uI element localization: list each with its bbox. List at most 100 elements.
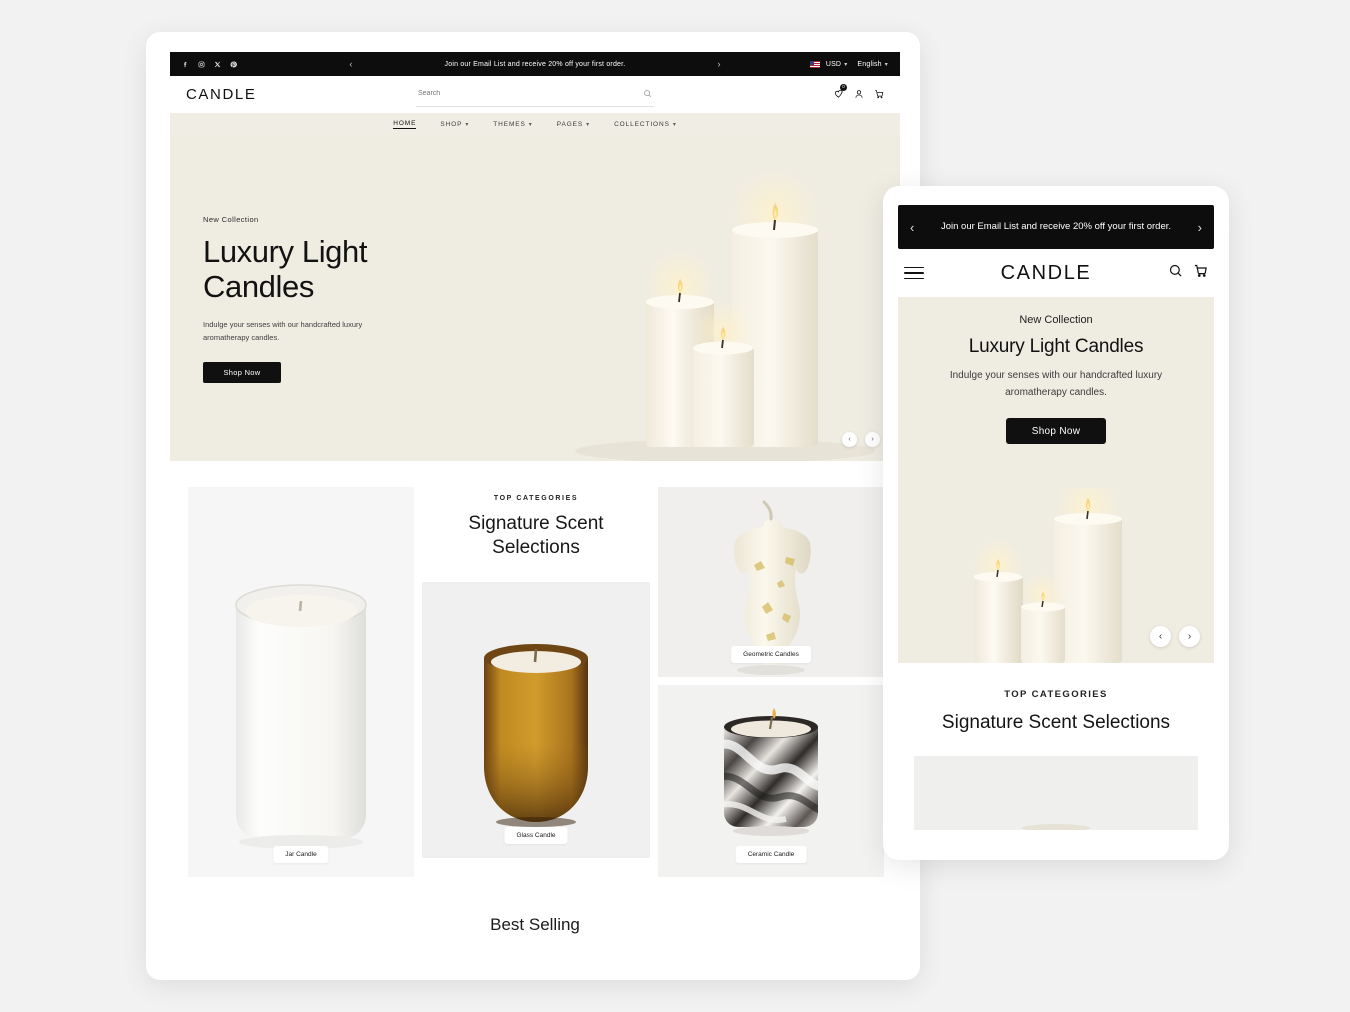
category-label-glass-candle[interactable]: Glass Candle	[504, 826, 568, 844]
chevron-down-icon: ▾	[465, 121, 470, 128]
mobile-hero-title: Luxury Light Candles	[968, 336, 1144, 357]
chevron-down-icon: ▾	[528, 121, 533, 128]
search-area	[386, 83, 684, 107]
categories-title-line2: Selections	[492, 536, 580, 558]
nav-item-themes[interactable]: THEMES ▾	[493, 121, 532, 128]
announcement-next-button[interactable]: ›	[717, 59, 720, 69]
desktop-header: CANDLE 0	[170, 76, 900, 113]
nav-item-label: HOME	[393, 119, 417, 127]
header-icons: 0	[684, 83, 884, 104]
site-logo[interactable]: CANDLE	[186, 86, 386, 103]
hero-shop-now-button[interactable]: Shop Now	[203, 362, 281, 384]
mobile-hero-subtitle: Indulge your senses with our handcrafted…	[949, 370, 1163, 398]
announcement-prev-button[interactable]: ‹	[349, 59, 352, 69]
mobile-category-image	[916, 756, 1196, 830]
desktop-preview-card: ‹ Join our Email List and receive 20% of…	[146, 32, 920, 980]
hamburger-menu-icon[interactable]	[904, 266, 924, 280]
desktop-announcement-bar: ‹ Join our Email List and receive 20% of…	[170, 52, 900, 76]
x-icon[interactable]	[214, 61, 221, 68]
desktop-storefront: ‹ Join our Email List and receive 20% of…	[170, 52, 900, 962]
pinterest-icon[interactable]	[230, 61, 237, 68]
announcement-carousel: ‹ Join our Email List and receive 20% of…	[332, 59, 738, 69]
category-card-geometric-candles[interactable]: Geometric Candles	[658, 487, 884, 677]
jar-candle-image	[188, 487, 414, 877]
nav-item-pages[interactable]: PAGES ▾	[557, 121, 590, 128]
desktop-main-nav: HOME SHOP ▾ THEMES ▾ PAGES ▾ COLLECTIONS…	[170, 113, 900, 135]
chevron-down-icon: ▾	[844, 61, 848, 68]
hero-subtitle: Indulge your senses with our handcrafted…	[203, 320, 363, 343]
mobile-hero-next-button[interactable]: ›	[1179, 626, 1200, 647]
language-selector[interactable]: English ▾	[857, 61, 888, 68]
social-links	[182, 61, 332, 68]
account-icon[interactable]	[854, 86, 864, 104]
screenshot-stage: ‹ Join our Email List and receive 20% of…	[0, 0, 1350, 1012]
hero-title-line2: Candles	[203, 269, 314, 305]
mobile-categories-eyebrow: TOP CATEGORIES	[1004, 689, 1108, 700]
category-label-geometric-candles[interactable]: Geometric Candles	[731, 646, 811, 663]
facebook-icon[interactable]	[182, 61, 189, 68]
mobile-announcement-next-button[interactable]: ›	[1194, 220, 1206, 235]
language-label: English	[857, 60, 882, 68]
categories-heading: TOP CATEGORIES Signature Scent Selection…	[422, 487, 650, 574]
categories-title-line1: Signature Scent	[468, 513, 604, 534]
mobile-hero-carousel-controls: ‹ ›	[1150, 626, 1200, 647]
chevron-down-icon: ▾	[672, 121, 677, 128]
nav-item-home[interactable]: HOME	[393, 119, 417, 129]
category-card-ceramic-candle[interactable]: Ceramic Candle	[658, 685, 884, 877]
hero-eyebrow: New Collection	[203, 215, 259, 224]
mobile-header-icons	[1168, 263, 1208, 283]
currency-selector[interactable]: USD ▾	[809, 60, 848, 68]
mobile-storefront: ‹ Join our Email List and receive 20% of…	[898, 205, 1214, 845]
nav-item-label: PAGES	[556, 120, 584, 128]
mobile-hero-banner: New Collection Luxury Light Candles Indu…	[898, 297, 1214, 663]
nav-item-label: SHOP	[440, 120, 463, 128]
mobile-category-card[interactable]	[914, 756, 1198, 830]
mobile-hero-shop-now-button[interactable]: Shop Now	[1006, 418, 1106, 444]
mobile-announcement-bar: ‹ Join our Email List and receive 20% of…	[898, 205, 1214, 249]
nav-item-collections[interactable]: COLLECTIONS ▾	[614, 121, 677, 128]
desktop-categories-section: Jar Candle TOP CATEGORIES Signature Scen…	[170, 461, 900, 881]
search-input[interactable]	[418, 90, 598, 97]
chevron-down-icon: ▾	[586, 121, 591, 128]
hero-carousel-controls: ‹ ›	[842, 432, 880, 447]
search-icon[interactable]	[1168, 263, 1183, 283]
mobile-categories-section: TOP CATEGORIES Signature Scent Selection…	[898, 663, 1214, 830]
mobile-categories-title: Signature Scent Selections	[941, 712, 1171, 733]
hero-copy: New Collection Luxury Light Candles Indu…	[203, 215, 463, 384]
mobile-hero-candles-image	[972, 488, 1122, 663]
currency-label: USD	[825, 60, 842, 68]
desktop-hero-banner: New Collection Luxury Light Candles Indu…	[170, 135, 900, 461]
nav-item-label: COLLECTIONS	[614, 120, 670, 128]
mobile-preview-card: ‹ Join our Email List and receive 20% of…	[883, 186, 1229, 860]
mobile-header: CANDLE	[898, 249, 1214, 297]
hero-title: Luxury Light Candles	[203, 234, 463, 304]
mobile-announcement-prev-button[interactable]: ‹	[906, 220, 918, 235]
wishlist-count-badge: 0	[840, 83, 847, 91]
category-label-jar-candle[interactable]: Jar Candle	[273, 846, 329, 863]
hero-prev-button[interactable]: ‹	[842, 432, 857, 447]
instagram-icon[interactable]	[198, 61, 205, 68]
mobile-hero-eyebrow: New Collection	[1019, 314, 1093, 326]
glass-candle-image	[422, 581, 650, 858]
category-card-jar-candle[interactable]: Jar Candle	[188, 487, 414, 877]
mobile-hero-prev-button[interactable]: ‹	[1150, 626, 1171, 647]
locale-selectors: USD ▾ English ▾	[738, 60, 888, 68]
announcement-message: Join our Email List and receive 20% off …	[444, 60, 626, 68]
hero-candles-image	[575, 167, 875, 461]
nav-item-shop[interactable]: SHOP ▾	[440, 121, 469, 128]
category-label-ceramic-candle[interactable]: Ceramic Candle	[735, 846, 807, 863]
best-selling-heading: Best Selling	[490, 915, 580, 934]
cart-icon[interactable]	[874, 86, 884, 104]
categories-eyebrow: TOP CATEGORIES	[493, 495, 579, 502]
chevron-down-icon: ▾	[884, 61, 888, 68]
us-flag-icon	[809, 60, 820, 68]
search-icon[interactable]	[643, 85, 652, 103]
hero-next-button[interactable]: ›	[865, 432, 880, 447]
cart-icon[interactable]	[1193, 263, 1208, 283]
category-card-glass-candle[interactable]: Glass Candle	[422, 581, 650, 858]
wishlist-icon[interactable]: 0	[833, 83, 847, 104]
nav-item-label: THEMES	[493, 120, 526, 128]
mobile-site-logo[interactable]: CANDLE	[924, 262, 1168, 285]
mobile-announcement-message: Join our Email List and receive 20% off …	[940, 221, 1172, 233]
search-box[interactable]	[416, 83, 654, 107]
